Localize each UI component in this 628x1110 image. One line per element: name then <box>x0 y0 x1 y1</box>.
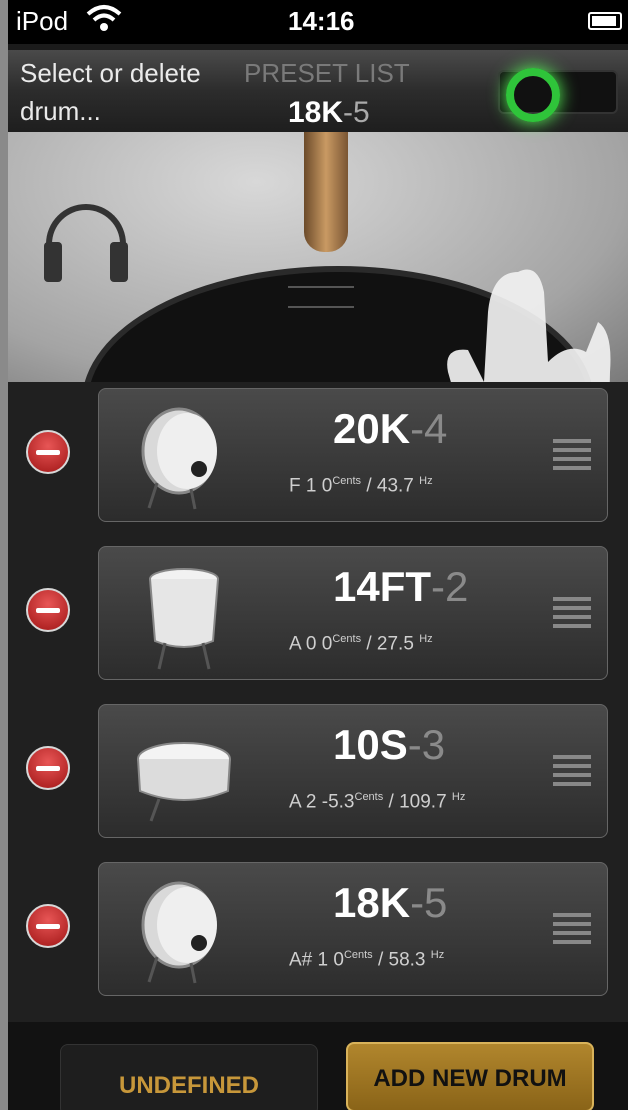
cents-unit: Cents <box>343 949 373 961</box>
drum-name-index: -4 <box>410 405 448 452</box>
hint-text: Select or delete <box>20 58 201 88</box>
edit-toggle[interactable] <box>498 68 618 122</box>
current-preset: 18K-5 <box>288 96 370 130</box>
app-screen: iPod 14:16 Select or delete drum... PRES… <box>8 0 628 1110</box>
frequency-value: / 27.5 <box>361 633 414 655</box>
drum-name-index: -3 <box>407 721 446 768</box>
hz-unit: Hz <box>430 949 445 961</box>
list-item: 18K-5 A# 1 0Cents / 58.3 Hz <box>8 856 628 996</box>
drum-card[interactable]: 18K-5 A# 1 0Cents / 58.3 Hz <box>98 862 608 996</box>
reorder-handle-icon[interactable] <box>553 439 591 471</box>
delete-button[interactable] <box>26 746 70 790</box>
drum-card[interactable]: 10S-3 A 2 -5.3Cents / 109.7 Hz <box>98 704 608 838</box>
tuning-info: F 1 0Cents / 43.7 Hz <box>289 475 433 497</box>
hz-unit: Hz <box>419 633 433 645</box>
hz-unit: Hz <box>451 791 466 803</box>
list-item: 20K-4 F 1 0Cents / 43.7 Hz <box>8 382 628 522</box>
drum-name-index: -5 <box>410 879 448 926</box>
list-item: 14FT-2 A 0 0Cents / 27.5 Hz <box>8 540 628 680</box>
clock: 14:16 <box>288 6 355 36</box>
reorder-handle-icon[interactable] <box>553 755 591 787</box>
delete-button[interactable] <box>26 430 70 474</box>
note-value: A 2 -5.3 <box>289 791 355 813</box>
kick-drum-icon <box>141 881 217 984</box>
drum-stage <box>8 132 628 532</box>
hint-text-2: drum... <box>20 96 101 126</box>
floor-tom-icon <box>149 568 219 670</box>
drum-name-main: 18K <box>333 879 411 926</box>
note-value: A# 1 0 <box>289 949 344 971</box>
bottom-toolbar: UNDEFINED ADD NEW DRUM <box>8 1022 628 1110</box>
preset-list-label: PRESET LIST <box>244 58 410 88</box>
drum-name: 10S-3 <box>333 721 445 769</box>
wifi-icon <box>86 5 122 31</box>
carrier-label: iPod <box>16 6 69 36</box>
frequency-value: / 109.7 <box>383 791 447 813</box>
hz-unit: Hz <box>419 475 433 487</box>
drum-name-main: 20K <box>333 405 411 452</box>
note-value: A 0 0 <box>289 633 333 655</box>
preset-header: Select or delete drum... PRESET LIST 18K… <box>8 50 628 132</box>
current-preset-index: -5 <box>343 96 370 129</box>
drumstick-image <box>304 132 348 252</box>
frequency-value: / 58.3 <box>372 949 426 971</box>
drum-name-index: -2 <box>431 563 469 610</box>
drum-list: 20K-4 F 1 0Cents / 43.7 Hz 14FT-2 A 0 0C… <box>8 382 628 1022</box>
add-new-drum-button[interactable]: ADD NEW DRUM <box>346 1042 594 1110</box>
undefined-button[interactable]: UNDEFINED <box>60 1044 318 1110</box>
frequency-value: / 43.7 <box>361 475 414 497</box>
current-preset-name: 18K <box>288 96 344 129</box>
cents-unit: Cents <box>354 791 384 803</box>
battery-icon <box>588 12 622 30</box>
headphones-icon[interactable] <box>44 204 128 282</box>
drum-name: 14FT-2 <box>333 563 468 611</box>
toggle-knob[interactable] <box>506 68 560 122</box>
drum-name: 18K-5 <box>333 879 447 927</box>
snare-drum-icon <box>137 742 231 822</box>
drum-card[interactable]: 20K-4 F 1 0Cents / 43.7 Hz <box>98 388 608 522</box>
list-item: 10S-3 A 2 -5.3Cents / 109.7 Hz <box>8 698 628 838</box>
tuning-info: A 0 0Cents / 27.5 Hz <box>289 633 433 655</box>
tuning-info: A# 1 0Cents / 58.3 Hz <box>289 949 444 971</box>
tuning-info: A 2 -5.3Cents / 109.7 Hz <box>289 791 465 813</box>
drum-name: 20K-4 <box>333 405 447 453</box>
cents-unit: Cents <box>332 475 362 487</box>
delete-button[interactable] <box>26 904 70 948</box>
drum-name-main: 10S <box>333 721 408 768</box>
drum-card[interactable]: 14FT-2 A 0 0Cents / 27.5 Hz <box>98 546 608 680</box>
kick-drum-icon <box>141 407 217 510</box>
note-value: F 1 0 <box>289 475 333 497</box>
reorder-handle-icon[interactable] <box>553 597 591 629</box>
drum-name-main: 14FT <box>333 563 432 610</box>
status-bar: iPod 14:16 <box>8 0 628 44</box>
delete-button[interactable] <box>26 588 70 632</box>
reorder-handle-icon[interactable] <box>553 913 591 945</box>
cents-unit: Cents <box>332 633 362 645</box>
pull-handle[interactable] <box>288 286 354 308</box>
